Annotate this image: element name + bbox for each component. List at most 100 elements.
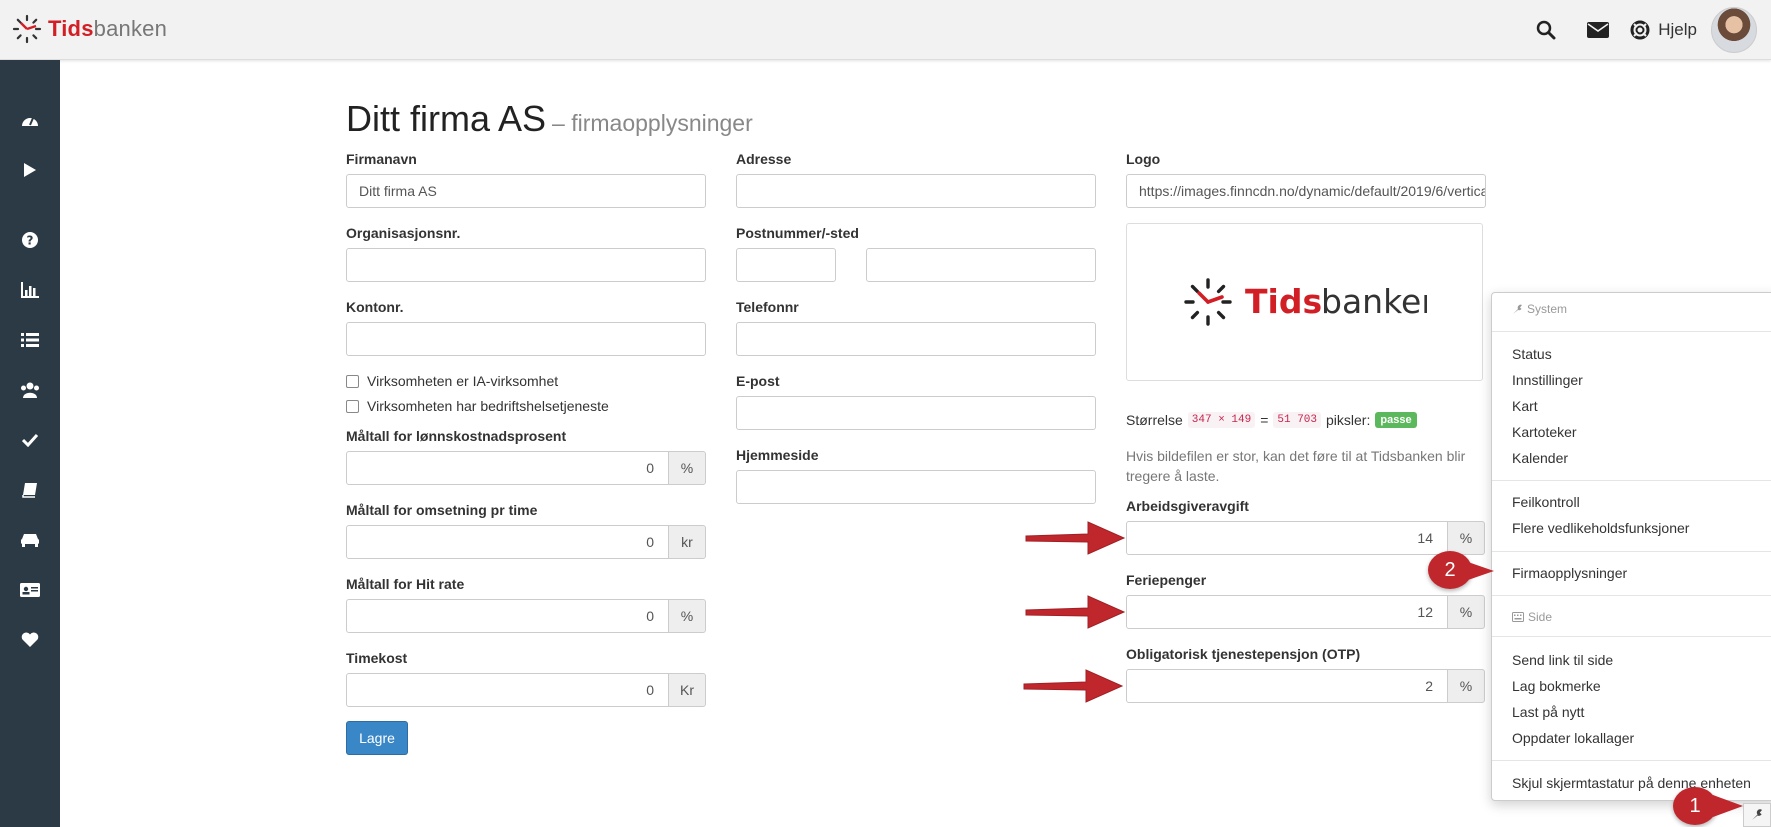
lonn-label: Måltall for lønnskostnadsprosent xyxy=(346,428,567,444)
envelope-icon xyxy=(1587,22,1610,38)
menu-item-send-link[interactable]: Send link til side xyxy=(1512,652,1613,668)
page-title: Ditt firma AS – firmaopplysninger xyxy=(346,98,753,140)
annotation-pointer-1 xyxy=(1713,795,1743,817)
size-suffix: piksler: xyxy=(1326,412,1371,428)
id-card-icon xyxy=(20,583,40,597)
ia-checkbox-row[interactable]: Virksomheten er IA-virksomhet xyxy=(346,373,558,389)
sidebar-item-approve[interactable] xyxy=(0,420,60,460)
menu-item-calendar[interactable]: Kalender xyxy=(1512,450,1568,466)
sidebar-item-users[interactable] xyxy=(0,370,60,410)
firmanavn-input[interactable]: Ditt firma AS xyxy=(346,174,706,208)
company-title: Ditt firma AS xyxy=(346,98,547,139)
telefon-input[interactable] xyxy=(736,322,1096,356)
hitrate-input[interactable]: 0 xyxy=(346,599,669,633)
menu-header-side: Side xyxy=(1512,610,1552,624)
save-button[interactable]: Lagre xyxy=(346,721,408,755)
firmanavn-label: Firmanavn xyxy=(346,151,417,167)
app-logo[interactable]: Tidsbanken xyxy=(12,14,167,44)
ia-checkbox-label: Virksomheten er IA-virksomhet xyxy=(367,373,559,389)
orgnr-input[interactable] xyxy=(346,248,706,282)
sidebar-item-dashboard[interactable] xyxy=(0,100,60,140)
logo-size-info: Størrelse 347 × 149 = 51 703 piksler: pa… xyxy=(1126,412,1417,428)
search-button[interactable] xyxy=(1520,0,1572,60)
sidebar-item-favorites[interactable] xyxy=(0,620,60,660)
bht-checkbox-row[interactable]: Virksomheten har bedriftshelsetjeneste xyxy=(346,398,609,414)
svg-text:?: ? xyxy=(27,234,34,248)
menu-item-maintenance[interactable]: Flere vedlikeholdsfunksjoner xyxy=(1512,520,1689,536)
size-prefix: Størrelse xyxy=(1126,412,1183,428)
size-status-badge: passe xyxy=(1375,412,1417,428)
menu-item-hide-keyboard[interactable]: Skjul skjermtastatur på denne enheten xyxy=(1512,775,1751,791)
kontonr-input[interactable] xyxy=(346,322,706,356)
check-icon xyxy=(22,433,38,447)
omsetning-unit: kr xyxy=(668,525,706,559)
menu-item-registers[interactable]: Kartoteker xyxy=(1512,424,1577,440)
feriepenger-unit: % xyxy=(1447,595,1485,629)
system-menu-toggle-button[interactable] xyxy=(1743,803,1771,827)
sidebar-item-help[interactable]: ? xyxy=(0,220,60,260)
wrench-icon xyxy=(1513,304,1522,314)
timekost-input[interactable]: 0 xyxy=(346,673,669,707)
logo-label: Logo xyxy=(1126,151,1161,167)
avatar[interactable] xyxy=(1711,7,1757,53)
keyboard-icon xyxy=(1512,612,1524,622)
hjemmeside-input[interactable] xyxy=(736,470,1096,504)
lonn-input[interactable]: 0 xyxy=(346,451,669,485)
poststed-input[interactable] xyxy=(866,248,1096,282)
annotation-arrow-aga xyxy=(1025,521,1126,555)
menu-divider xyxy=(1492,331,1771,332)
bht-checkbox-label: Virksomheten har bedriftshelsetjeneste xyxy=(367,398,609,414)
otp-input[interactable]: 2 xyxy=(1126,669,1448,703)
dashboard-icon xyxy=(22,117,38,126)
annotation-arrow-otp xyxy=(1023,669,1124,703)
menu-header-system: System xyxy=(1512,302,1567,316)
sidebar-item-book[interactable] xyxy=(0,470,60,510)
menu-divider xyxy=(1492,595,1771,596)
ia-checkbox[interactable] xyxy=(346,374,359,388)
menu-item-company-info[interactable]: Firmaopplysninger xyxy=(1512,565,1627,581)
postnr-input[interactable] xyxy=(736,248,836,282)
top-bar: Tidsbanken Hjelp xyxy=(0,0,1771,60)
omsetning-label: Måltall for omsetning pr time xyxy=(346,502,538,518)
logo-size-hint: Hvis bildefilen er stor, kan det føre ti… xyxy=(1126,448,1466,484)
adresse-input[interactable] xyxy=(736,174,1096,208)
messages-button[interactable] xyxy=(1572,0,1624,60)
sidebar-item-reports[interactable] xyxy=(0,270,60,310)
adresse-label: Adresse xyxy=(736,151,792,167)
bht-checkbox[interactable] xyxy=(346,399,359,413)
size-eq: = xyxy=(1260,412,1269,428)
menu-item-reload[interactable]: Last på nytt xyxy=(1512,704,1584,720)
menu-item-settings[interactable]: Innstillinger xyxy=(1512,372,1583,388)
epost-label: E-post xyxy=(736,373,780,389)
bar-chart-icon xyxy=(21,282,39,298)
aga-unit: % xyxy=(1447,521,1485,555)
heart-icon xyxy=(21,632,39,647)
timekost-unit: Kr xyxy=(668,673,706,707)
menu-item-error-check[interactable]: Feilkontroll xyxy=(1512,494,1580,510)
timekost-label: Timekost xyxy=(346,650,408,666)
sidebar-item-cards[interactable] xyxy=(0,570,60,610)
sidebar-item-list[interactable] xyxy=(0,320,60,360)
svg-text:Tids: Tids xyxy=(1245,282,1322,321)
postnr-label: Postnummer/-sted xyxy=(736,225,859,241)
lifebuoy-icon xyxy=(1630,20,1650,40)
orgnr-label: Organisasjonsnr. xyxy=(346,225,461,241)
logo-url-input[interactable]: https://images.finncdn.no/dynamic/defaul… xyxy=(1126,174,1486,208)
search-icon xyxy=(1537,20,1556,40)
sidebar-item-play[interactable] xyxy=(0,150,60,190)
menu-item-map[interactable]: Kart xyxy=(1512,398,1538,414)
sidebar-item-car[interactable] xyxy=(0,520,60,560)
feriepenger-input[interactable]: 12 xyxy=(1126,595,1448,629)
menu-divider xyxy=(1492,551,1771,552)
aga-input[interactable]: 14 xyxy=(1126,521,1448,555)
annotation-badge-1: 1 xyxy=(1673,787,1717,825)
hitrate-unit: % xyxy=(668,599,706,633)
menu-item-update-cache[interactable]: Oppdater lokallager xyxy=(1512,730,1634,746)
omsetning-input[interactable]: 0 xyxy=(346,525,669,559)
play-icon xyxy=(24,163,36,177)
menu-item-bookmark[interactable]: Lag bokmerke xyxy=(1512,678,1601,694)
tidsbanken-logo-image: Tids banken xyxy=(1184,278,1427,326)
help-button[interactable]: Hjelp xyxy=(1624,0,1711,60)
menu-item-status[interactable]: Status xyxy=(1512,346,1552,362)
epost-input[interactable] xyxy=(736,396,1096,430)
